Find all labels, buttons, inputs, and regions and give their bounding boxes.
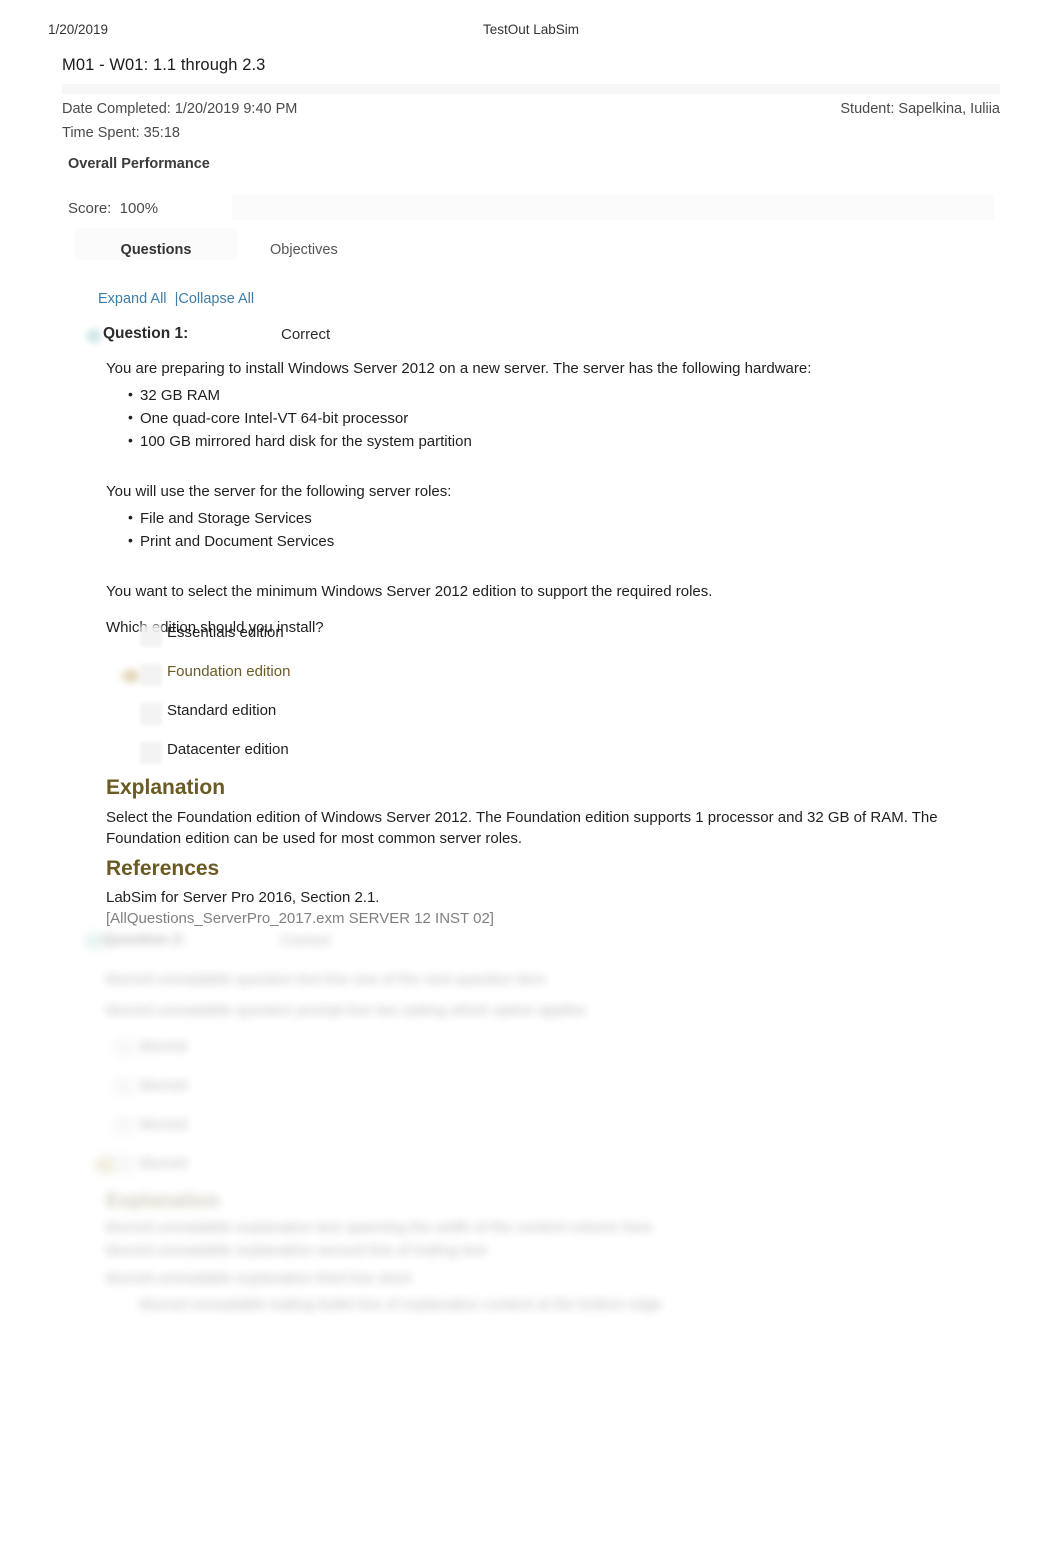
answer-option-standard[interactable]: Standard edition: [106, 699, 806, 738]
title-divider: [62, 84, 1000, 94]
radio-icon: [114, 1155, 134, 1174]
explanation-body: Select the Foundation edition of Windows…: [106, 809, 938, 847]
blurred-text-line: blurred unreadable trailing bullet line …: [140, 1296, 663, 1313]
report-meta-left: Date Completed: 1/20/2019 9:40 PM Time S…: [62, 101, 297, 141]
blurred-question-header: Question 2: Correct: [84, 930, 984, 954]
tab-objectives[interactable]: Objectives: [270, 228, 338, 260]
collapse-all-link[interactable]: Collapse All: [178, 291, 254, 307]
score-label: Score: 100%: [68, 200, 159, 217]
references-body: LabSim for Server Pro 2016, Section 2.1.…: [106, 888, 961, 929]
controls-separator: |: [166, 291, 179, 307]
radio-icon[interactable]: [140, 625, 162, 647]
blurred-next-question: Question 2: Correct blurred unreadable q…: [84, 930, 984, 1330]
blurred-option-label: blurred: [140, 1077, 187, 1094]
hardware-list: 32 GB RAM One quad-core Intel-VT 64-bit …: [106, 385, 966, 452]
question-status-badge: Correct: [281, 326, 331, 343]
radio-icon[interactable]: [140, 664, 162, 686]
question-label: Question 1:: [103, 325, 189, 342]
tab-questions[interactable]: Questions: [74, 228, 238, 260]
time-spent: Time Spent: 35:18: [62, 125, 180, 141]
list-item: 100 GB mirrored hard disk for the system…: [128, 431, 966, 452]
blurred-text-line: blurred unreadable explanation third lin…: [106, 1270, 412, 1287]
print-header: 1/20/2019 TestOut LabSim: [0, 22, 1062, 42]
question-body: You are preparing to install Windows Ser…: [106, 359, 966, 637]
answer-option-label: Foundation edition: [167, 663, 291, 680]
site-title: TestOut LabSim: [482, 22, 580, 37]
answer-options: Essentials edition Foundation edition St…: [106, 621, 806, 777]
answer-option-essentials[interactable]: Essentials edition: [106, 621, 806, 660]
report-tabs: Questions Objectives: [74, 228, 994, 274]
question-status-icon: [84, 932, 104, 950]
blurred-text-line: blurred unreadable question prompt line …: [106, 1002, 586, 1019]
expand-all-link[interactable]: Expand All: [98, 291, 167, 307]
correct-answer-marker-icon: [94, 1156, 118, 1174]
answer-option-datacenter[interactable]: Datacenter edition: [106, 738, 806, 777]
roles-list: File and Storage Services Print and Docu…: [106, 508, 966, 552]
blurred-question-status: Correct: [281, 932, 331, 949]
list-item: Print and Document Services: [128, 531, 966, 552]
blurred-explanation-heading: Explanation: [106, 1190, 220, 1212]
overall-performance-heading: Overall Performance: [68, 156, 210, 172]
score-progress-bar: [232, 194, 994, 220]
answer-option-label: Standard edition: [167, 702, 277, 719]
list-item: File and Storage Services: [128, 508, 966, 529]
question-intro: You are preparing to install Windows Ser…: [106, 360, 812, 377]
blurred-option-label: blurred: [140, 1116, 187, 1133]
list-item: 32 GB RAM: [128, 385, 966, 406]
roles-intro: You will use the server for the followin…: [106, 482, 452, 500]
radio-icon: [114, 1116, 134, 1135]
blurred-text-line: blurred unreadable explanation text span…: [106, 1219, 653, 1236]
question-status-icon: [84, 326, 104, 346]
reference-code: [AllQuestions_ServerPro_2017.exm SERVER …: [106, 909, 494, 927]
date-completed: Date Completed: 1/20/2019 9:40 PM: [62, 101, 298, 117]
question-goal: You want to select the minimum Windows S…: [106, 582, 713, 600]
explanation-heading: Explanation: [106, 776, 226, 799]
answer-option-foundation[interactable]: Foundation edition: [106, 660, 806, 699]
blurred-option-label: blurred: [140, 1155, 187, 1172]
question-header[interactable]: Question 1: Correct: [84, 325, 984, 351]
blurred-text-line: blurred unreadable explanation second li…: [106, 1242, 487, 1259]
answer-option-label: Datacenter edition: [167, 741, 289, 758]
blurred-question-label: Question 2:: [103, 931, 186, 948]
list-item: One quad-core Intel-VT 64-bit processor: [128, 408, 966, 429]
references-heading: References: [106, 857, 220, 880]
answer-option-label: Essentials edition: [167, 624, 284, 641]
report-title: M01 - W01: 1.1 through 2.3: [62, 56, 266, 74]
radio-icon: [114, 1077, 134, 1096]
radio-icon[interactable]: [140, 703, 162, 725]
radio-icon[interactable]: [140, 742, 162, 764]
expand-collapse-controls: Expand All |Collapse All: [98, 291, 254, 307]
radio-icon: [114, 1038, 134, 1057]
blurred-option-label: blurred: [140, 1038, 187, 1055]
labsim-report-page: { "print_header": { "date": "1/20/2019",…: [0, 0, 1062, 1556]
blurred-text-line: blurred unreadable question text line on…: [106, 971, 546, 988]
student-name: Student: Sapelkina, Iuliia: [840, 101, 1000, 117]
reference-line: LabSim for Server Pro 2016, Section 2.1.: [106, 889, 380, 906]
